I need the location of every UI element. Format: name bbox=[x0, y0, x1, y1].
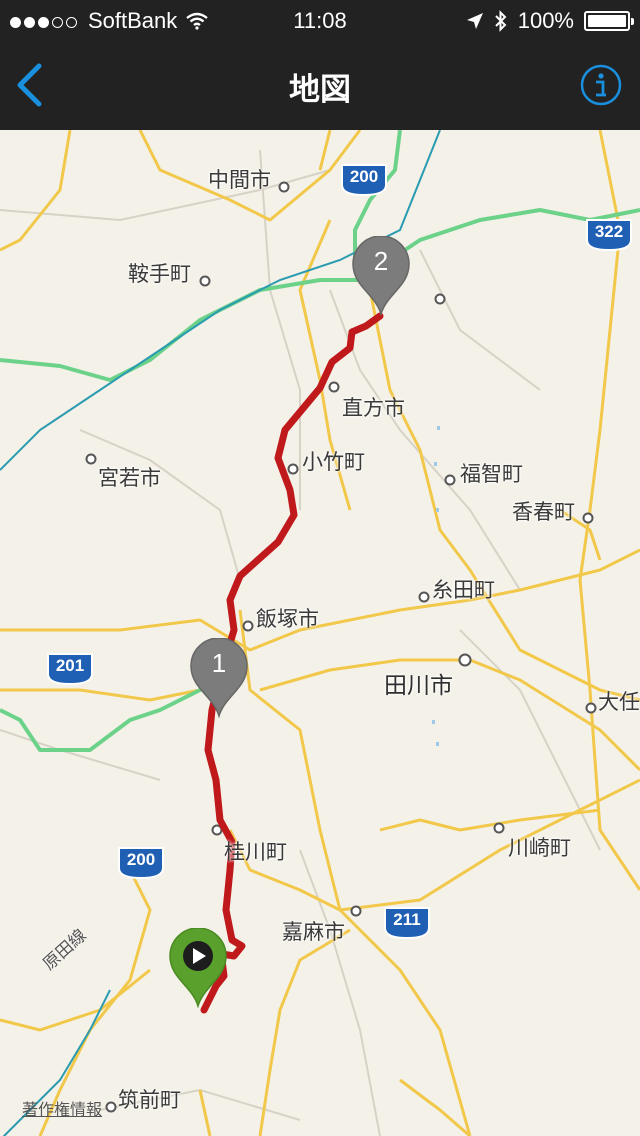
info-icon bbox=[580, 64, 622, 106]
place-nakama: 中間市 bbox=[208, 168, 271, 192]
route-shield-201: 201 bbox=[45, 652, 95, 686]
map-canvas bbox=[0, 130, 640, 1136]
copyright-link[interactable]: 著作権情報 bbox=[22, 1096, 102, 1120]
waypoint-marker-1[interactable]: 1 bbox=[189, 638, 249, 718]
route-shield-200-north: 200 bbox=[339, 163, 389, 197]
map-view[interactable]: 中間市 鞍手町 直方市 小竹町 宮若市 福智町 香春町 糸田町 飯塚市 田川市 … bbox=[0, 130, 640, 1136]
place-nogata: 直方市 bbox=[342, 396, 405, 420]
battery-icon bbox=[584, 11, 634, 31]
place-kama: 嘉麻市 bbox=[282, 920, 345, 944]
place-kawara: 香春町 bbox=[512, 500, 575, 524]
place-kawasaki: 川崎町 bbox=[508, 836, 571, 860]
status-bar: SoftBank 11:08 100% bbox=[0, 0, 640, 40]
place-chikuzen: 筑前町 bbox=[118, 1088, 181, 1112]
route-shield-211: 211 bbox=[382, 906, 432, 940]
route-shield-322: 322 bbox=[584, 218, 634, 252]
place-tagawa: 田川市 bbox=[384, 673, 453, 699]
navigation-bar: 地図 bbox=[0, 40, 640, 130]
start-marker[interactable] bbox=[168, 928, 228, 1008]
waypoint-marker-2[interactable]: 2 bbox=[351, 236, 411, 316]
place-kotake: 小竹町 bbox=[302, 450, 365, 474]
place-miyawaka: 宮若市 bbox=[98, 466, 161, 490]
place-fukuchi: 福智町 bbox=[460, 462, 523, 486]
place-itoda: 糸田町 bbox=[432, 578, 495, 602]
info-button[interactable] bbox=[580, 64, 622, 106]
bluetooth-icon bbox=[495, 10, 507, 32]
place-iizuka: 飯塚市 bbox=[256, 607, 319, 631]
place-keisen: 桂川町 bbox=[224, 840, 287, 864]
place-oto: 大任 bbox=[598, 690, 640, 714]
route-shield-200-south: 200 bbox=[116, 846, 166, 880]
place-kurate: 鞍手町 bbox=[128, 262, 191, 286]
page-title: 地図 bbox=[289, 72, 351, 108]
location-arrow-icon bbox=[466, 13, 483, 29]
battery-percent: 100% bbox=[517, 8, 574, 33]
